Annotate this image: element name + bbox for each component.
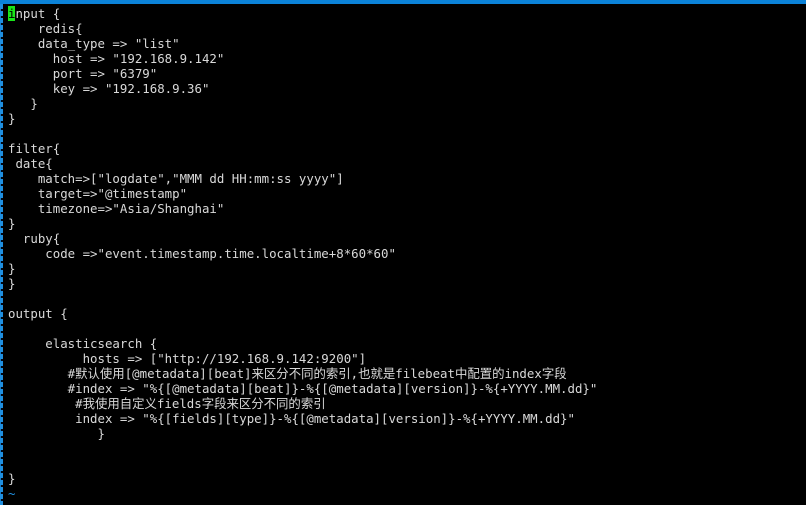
editor-text-area[interactable]: input { redis{ data_type => "list" host … [8, 6, 798, 502]
editor-line[interactable] [8, 321, 798, 336]
editor-line[interactable]: date{ [8, 156, 798, 171]
editor-line[interactable]: ruby{ [8, 231, 798, 246]
editor-line[interactable]: redis{ [8, 21, 798, 36]
editor-line[interactable]: } [8, 111, 798, 126]
editor-line[interactable]: #我使用自定义fields字段来区分不同的索引 [8, 396, 798, 411]
editor-line[interactable]: } [8, 426, 798, 441]
editor-line[interactable] [8, 456, 798, 471]
terminal-screen: input { redis{ data_type => "list" host … [0, 0, 806, 505]
editor-line[interactable]: filter{ [8, 141, 798, 156]
editor-line[interactable]: elasticsearch { [8, 336, 798, 351]
editor-line[interactable]: } [8, 276, 798, 291]
editor-filler-line[interactable]: ~ [8, 486, 798, 501]
editor-line[interactable]: hosts => ["http://192.168.9.142:9200"] [8, 351, 798, 366]
editor-line[interactable]: input { [8, 6, 798, 21]
window-top-bar [0, 0, 806, 4]
editor-line[interactable]: index => "%{[fields][type]}-%{[@metadata… [8, 411, 798, 426]
editor-line[interactable]: timezone=>"Asia/Shanghai" [8, 201, 798, 216]
editor-line[interactable]: port => "6379" [8, 66, 798, 81]
editor-line[interactable]: } [8, 261, 798, 276]
editor-line[interactable] [8, 126, 798, 141]
editor-line[interactable]: output { [8, 306, 798, 321]
editor-line[interactable]: key => "192.168.9.36" [8, 81, 798, 96]
editor-line[interactable]: host => "192.168.9.142" [8, 51, 798, 66]
editor-line[interactable]: match=>["logdate","MMM dd HH:mm:ss yyyy"… [8, 171, 798, 186]
editor-line[interactable]: code =>"event.timestamp.time.localtime+8… [8, 246, 798, 261]
editor-line[interactable] [8, 441, 798, 456]
editor-line[interactable]: } [8, 471, 798, 486]
editor-line[interactable] [8, 291, 798, 306]
editor-line[interactable]: data_type => "list" [8, 36, 798, 51]
editor-line[interactable]: } [8, 96, 798, 111]
editor-line[interactable]: } [8, 216, 798, 231]
editor-line[interactable]: #index => "%{[@metadata][beat]}-%{[@meta… [8, 381, 798, 396]
editor-line-text: nput { [15, 6, 61, 21]
editor-line[interactable]: target=>"@timestamp" [8, 186, 798, 201]
left-border-line [0, 4, 1, 505]
editor-line[interactable]: #默认使用[@metadata][beat]来区分不同的索引,也就是filebe… [8, 366, 798, 381]
